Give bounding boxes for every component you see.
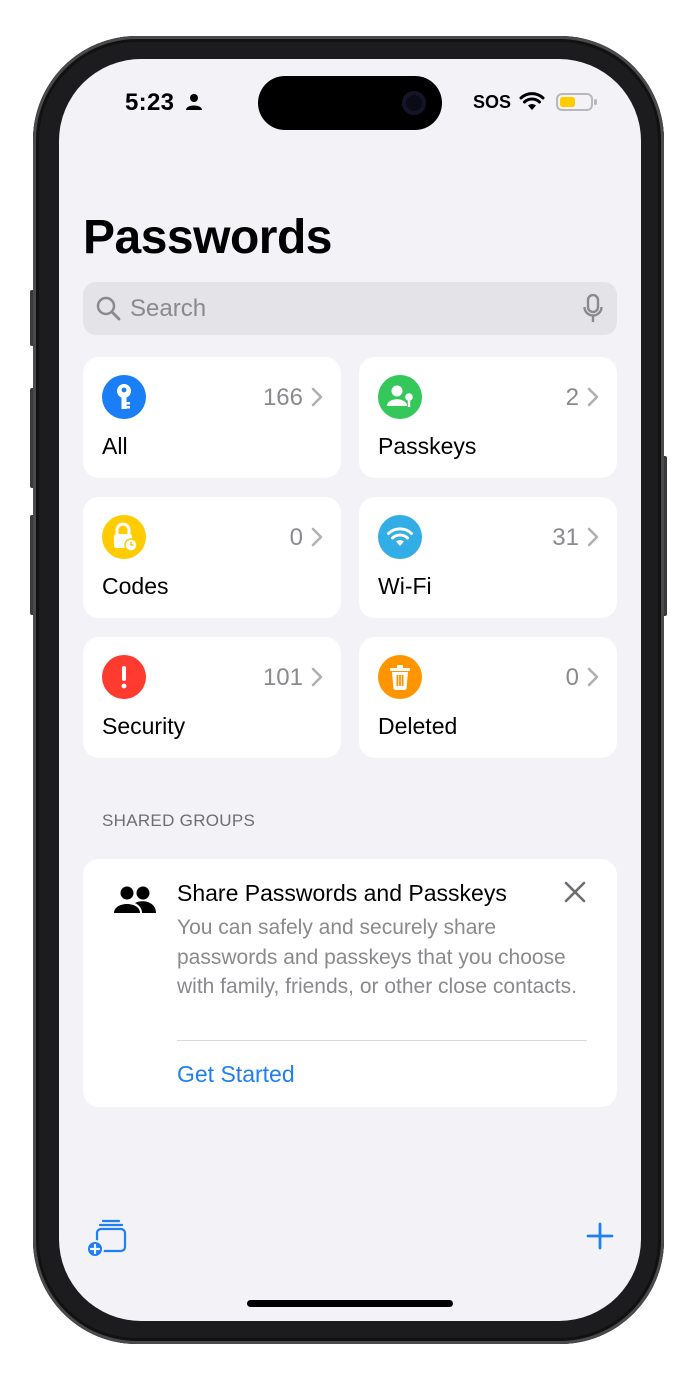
camera-icon xyxy=(402,91,426,115)
deleted-icon-badge xyxy=(378,655,422,699)
category-card-passkeys[interactable]: 2 Passkeys xyxy=(359,357,617,478)
new-group-icon[interactable] xyxy=(85,1215,129,1259)
codes-icon-badge xyxy=(102,515,146,559)
status-sos: SOS xyxy=(473,92,512,112)
passkeys-icon-badge xyxy=(378,375,422,419)
exclamation-icon xyxy=(121,666,127,689)
category-label: Deleted xyxy=(378,713,458,739)
person-key-icon xyxy=(387,385,413,407)
screen: 5:23 SOS Passwords Search 166 All 2 Pass… xyxy=(59,59,641,1321)
chevron-right-icon xyxy=(587,527,599,547)
search-icon xyxy=(96,296,121,321)
get-started-button[interactable]: Get Started xyxy=(177,1061,295,1088)
close-icon[interactable] xyxy=(564,881,586,903)
people-icon xyxy=(114,886,156,913)
status-time: 5:23 xyxy=(125,89,175,116)
search-placeholder: Search xyxy=(130,295,207,322)
category-count: 101 xyxy=(262,664,303,691)
battery-icon xyxy=(556,93,597,111)
dynamic-island xyxy=(258,76,442,130)
wifi-status-icon xyxy=(519,92,545,110)
category-label: Codes xyxy=(102,573,169,599)
category-label: Security xyxy=(102,713,186,739)
section-header-shared-groups: SHARED GROUPS xyxy=(102,811,256,830)
category-card-security[interactable]: 101 Security xyxy=(83,637,341,758)
category-card-wifi[interactable]: 31 Wi-Fi xyxy=(359,497,617,618)
category-label: Passkeys xyxy=(378,433,477,459)
category-label: Wi-Fi xyxy=(378,573,432,599)
category-count: 31 xyxy=(552,524,579,551)
search-field[interactable]: Search xyxy=(83,282,617,335)
category-card-all[interactable]: 166 All xyxy=(83,357,341,478)
chevron-right-icon xyxy=(587,387,599,407)
share-card-title: Share Passwords and Passkeys xyxy=(177,880,507,906)
category-label: All xyxy=(102,433,128,459)
home-indicator xyxy=(247,1300,453,1307)
category-card-codes[interactable]: 0 Codes xyxy=(83,497,341,618)
security-icon-badge xyxy=(102,655,146,699)
category-count: 0 xyxy=(565,664,579,691)
category-count: 0 xyxy=(289,524,303,551)
trash-icon xyxy=(390,665,410,690)
category-card-deleted[interactable]: 0 Deleted xyxy=(359,637,617,758)
chevron-right-icon xyxy=(311,667,323,687)
share-card-description: You can safely and securely share passwo… xyxy=(177,916,577,998)
key-icon xyxy=(117,384,131,409)
all-icon-badge xyxy=(102,375,146,419)
wifi-icon xyxy=(387,527,413,546)
chevron-right-icon xyxy=(587,667,599,687)
plus-icon[interactable] xyxy=(585,1221,615,1251)
wifi-icon-badge xyxy=(378,515,422,559)
category-count: 166 xyxy=(262,384,303,411)
person-icon xyxy=(186,94,202,110)
chevron-right-icon xyxy=(311,527,323,547)
share-passwords-card: Share Passwords and Passkeys You can saf… xyxy=(83,859,617,1107)
lock-clock-icon xyxy=(114,522,138,552)
divider xyxy=(177,1040,587,1041)
chevron-right-icon xyxy=(311,387,323,407)
category-count: 2 xyxy=(565,384,579,411)
page-title: Passwords xyxy=(83,211,332,264)
microphone-icon[interactable] xyxy=(583,294,603,324)
